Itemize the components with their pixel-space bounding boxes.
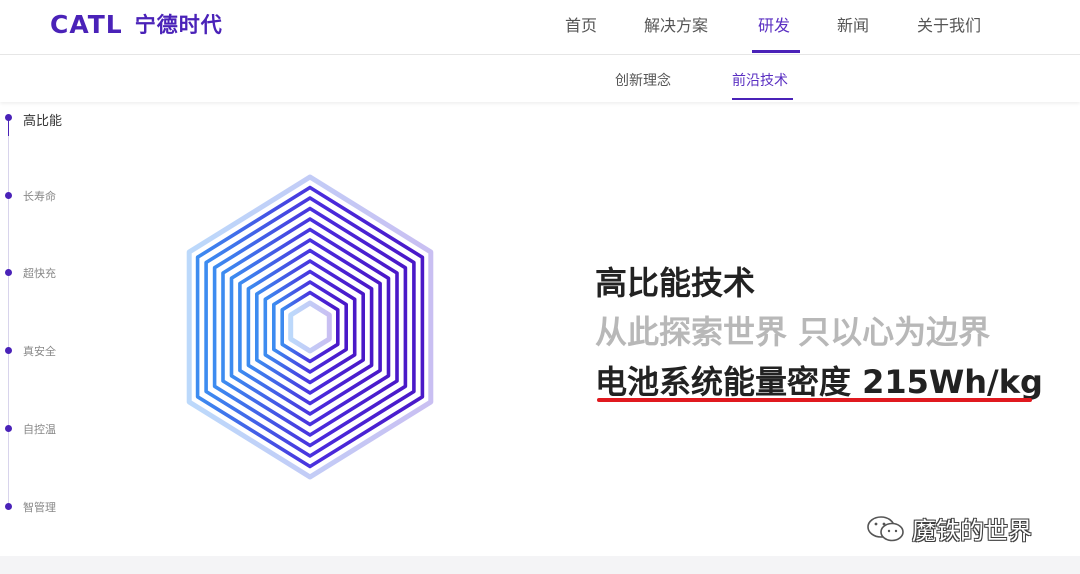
timeline-track [8,118,9,508]
sub-navigation-bar: 创新理念 前沿技术 [0,55,1080,102]
nav-item-research[interactable]: 研发 [758,12,790,36]
logo-latin-text: CATL [50,9,123,39]
timeline-item-fast-charge[interactable]: 超快充 [23,265,56,281]
watermark-text: 魔铁的世界 [912,517,1032,545]
subnav-active-indicator [732,98,793,100]
stat-underline [597,398,1032,402]
timeline-dot-long-life[interactable] [5,192,12,199]
footer-strip [0,556,1080,574]
nav-item-home[interactable]: 首页 [565,12,597,36]
hero-energy-density-stat: 电池系统能量密度 215Wh/kg [595,363,1043,401]
hexagon-ring [212,206,408,448]
catl-logo[interactable]: CATL 宁德时代 [50,9,223,39]
hero-title: 高比能技术 [595,264,756,302]
nav-item-solutions[interactable]: 解决方案 [644,12,708,36]
logo-chinese-text: 宁德时代 [134,13,223,37]
hexagon-ring [204,196,416,458]
hexagon-ring [272,280,348,374]
hexagon-ring [186,174,434,480]
subnav-item-frontier-tech[interactable]: 前沿技术 [732,70,788,90]
hero-slogan: 从此探索世界 只以心为边界 [595,313,991,351]
timeline-item-long-life[interactable]: 长寿命 [23,188,56,204]
timeline-dot-thermal-control[interactable] [5,425,12,432]
timeline-dot-safety[interactable] [5,347,12,354]
nav-item-about-us[interactable]: 关于我们 [917,12,981,36]
timeline-dot-high-energy[interactable] [5,114,12,121]
wechat-icon [867,515,904,541]
top-navigation-bar: CATL 宁德时代 首页 解决方案 研发 新闻 关于我们 [0,0,1080,55]
timeline-dot-smart-management[interactable] [5,503,12,510]
timeline-item-thermal-control[interactable]: 自控温 [23,421,56,437]
timeline-item-smart-management[interactable]: 智管理 [23,499,56,515]
nav-active-indicator [752,50,800,53]
hexagon-ring [288,300,332,354]
timeline-item-high-energy[interactable]: 高比能 [23,110,62,129]
hexagon-ring [263,269,357,385]
subnav-item-innovation[interactable]: 创新理念 [615,70,671,90]
timeline-dot-fast-charge[interactable] [5,269,12,276]
timeline-item-safety[interactable]: 真安全 [23,343,56,359]
concentric-hexagon-graphic [160,172,460,482]
wechat-watermark: 魔铁的世界 [866,511,1032,546]
nav-item-news[interactable]: 新闻 [837,12,869,36]
hexagon-ring [238,238,382,416]
